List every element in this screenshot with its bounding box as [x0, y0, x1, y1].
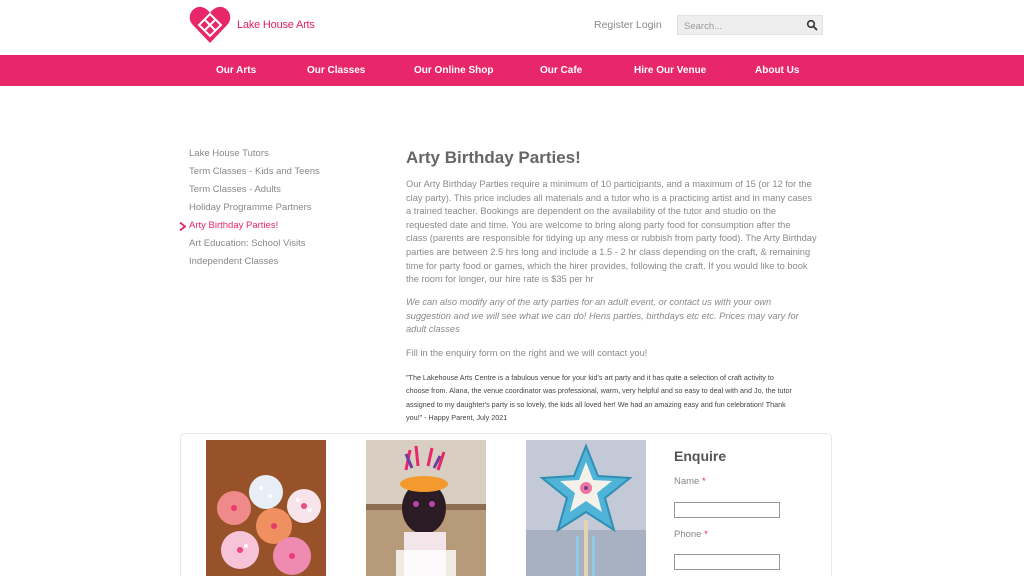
phone-label-text: Phone [674, 529, 702, 540]
sidebar-item-school-visits[interactable]: Art Education: School Visits [189, 238, 306, 249]
cupcakes-photo[interactable] [206, 440, 326, 576]
main-nav: Our Arts Our Classes Our Online Shop Our… [0, 55, 1024, 86]
sidebar-item-term-classes-kids[interactable]: Term Classes - Kids and Teens [189, 166, 320, 177]
quote-line: "The Lakehouse Arts Centre is a fabulous… [406, 373, 774, 382]
quote-line: you!" - Happy Parent, July 2021 [406, 412, 508, 422]
name-label-text: Name [674, 476, 700, 487]
page-title: Arty Birthday Parties! [406, 148, 581, 167]
para-line: Our Arty Birthday Parties require a mini… [406, 179, 812, 189]
register-link[interactable]: Register [594, 19, 633, 31]
nav-our-cafe[interactable]: Our Cafe [540, 55, 582, 86]
name-label: Name * [674, 476, 706, 487]
site-header: Lake House Arts Register Login [0, 0, 1024, 55]
nav-hire-our-venue[interactable]: Hire Our Venue [634, 55, 706, 86]
para-line: We can also modify any of the arty parti… [406, 297, 772, 307]
chevron-right-icon [179, 222, 186, 231]
star-wand-photo[interactable] [526, 440, 646, 576]
sidebar-item-lake-house-tutors[interactable]: Lake House Tutors [189, 148, 269, 159]
sidebar-item-holiday-programme[interactable]: Holiday Programme Partners [189, 202, 312, 213]
sidebar-item-term-classes-adults[interactable]: Term Classes - Adults [189, 184, 281, 195]
search-input[interactable] [678, 17, 798, 36]
phone-field[interactable] [674, 554, 780, 570]
name-field[interactable] [674, 502, 780, 518]
para-line: parties are between 2.5 hrs long and inc… [406, 246, 811, 257]
nav-our-arts[interactable]: Our Arts [216, 55, 256, 86]
testimonial-quote: "The Lakehouse Arts Centre is a fabulous… [406, 371, 826, 424]
para-line: suggestion and we will see what we can d… [406, 310, 799, 321]
para-line: time for party food or games, which the … [406, 260, 808, 271]
para-line: a trained teacher. Bookings are dependen… [406, 206, 777, 217]
nav-our-online-shop[interactable]: Our Online Shop [414, 55, 493, 86]
sidebar-item-independent-classes[interactable]: Independent Classes [189, 256, 278, 267]
quote-line: choose from. Alana, the venue coordinato… [406, 386, 792, 396]
para-line: the room for longer, our hire rate is $3… [406, 274, 594, 285]
para-line: adult classes [406, 324, 460, 335]
para-line: class (parents are responsible for tidyi… [406, 233, 817, 244]
para-line: requested date and time. You are welcome… [406, 219, 791, 230]
login-link[interactable]: Login [636, 19, 662, 31]
sidebar-item-arty-birthday-parties[interactable]: Arty Birthday Parties! [189, 220, 278, 231]
enquire-title: Enquire [674, 448, 727, 464]
required-marker: * [701, 476, 706, 487]
masked-child-photo[interactable] [366, 440, 486, 576]
para-line: clay party). This price includes all mat… [406, 192, 812, 203]
search-icon[interactable] [806, 19, 818, 31]
adult-events-paragraph: We can also modify any of the arty parti… [406, 296, 826, 337]
search-box [677, 15, 823, 36]
logo-text[interactable]: Lake House Arts [237, 19, 315, 31]
phone-label: Phone * [674, 529, 708, 540]
nav-about-us[interactable]: About Us [755, 55, 799, 86]
logo-heart-icon[interactable] [189, 5, 231, 45]
quote-line: assigned to my daughter's party is so lo… [406, 399, 786, 409]
required-marker: * [704, 529, 708, 540]
enquiry-note: Fill in the enquiry form on the right an… [406, 348, 648, 358]
intro-paragraph: Our Arty Birthday Parties require a mini… [406, 178, 826, 287]
nav-our-classes[interactable]: Our Classes [307, 55, 365, 86]
